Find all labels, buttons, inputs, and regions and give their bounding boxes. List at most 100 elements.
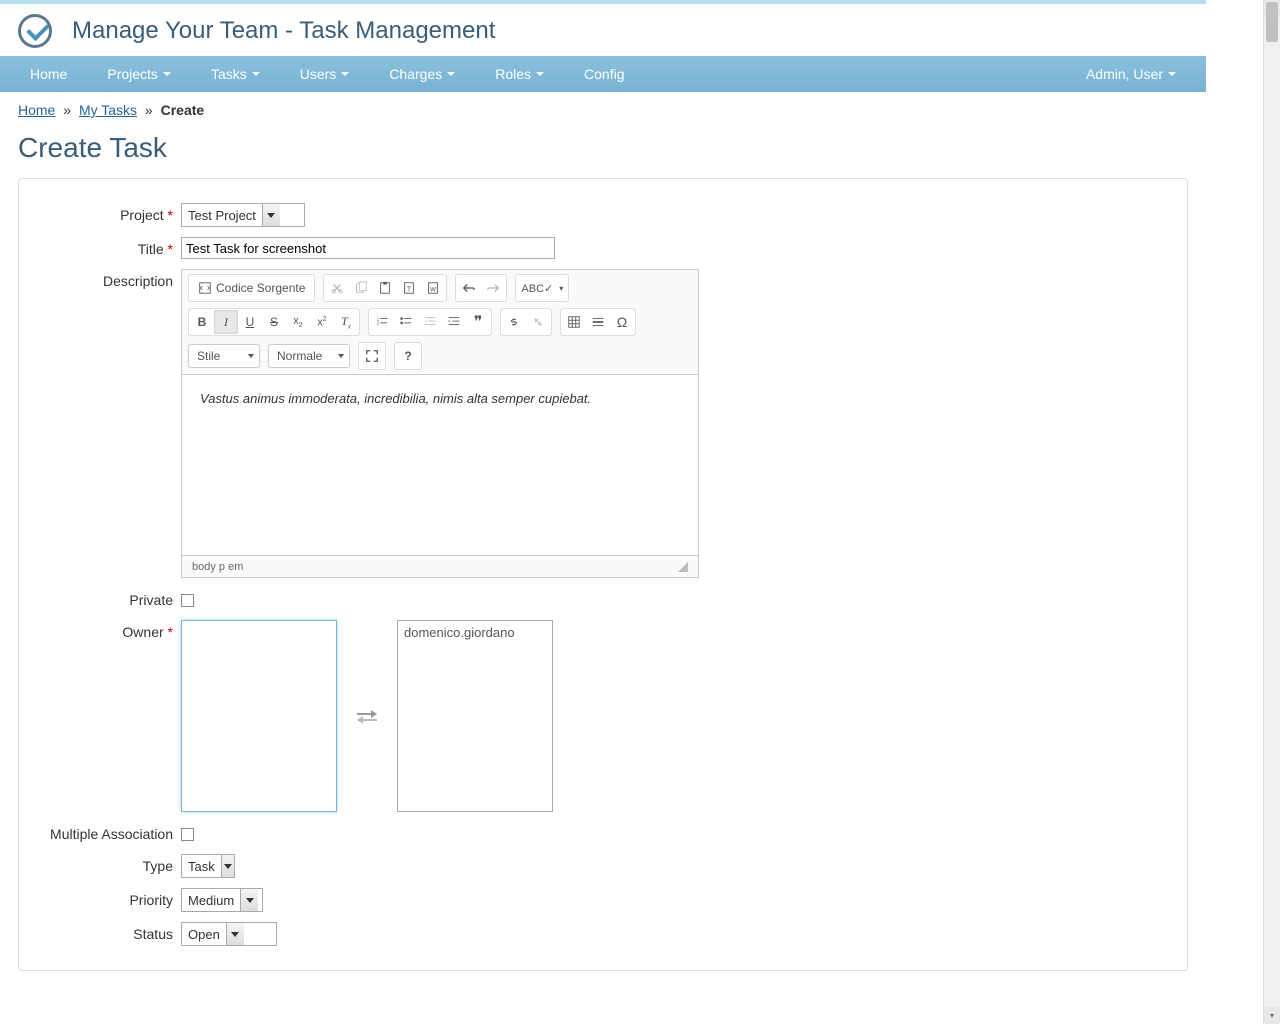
nav-home-label: Home [30, 66, 67, 82]
vertical-scrollbar[interactable]: ▴ ▾ [1263, 0, 1280, 1024]
indent-icon [447, 315, 461, 329]
superscript-icon: x2 [317, 316, 326, 329]
breadcrumb-sep: » [145, 102, 153, 118]
underline-icon: U [246, 315, 255, 329]
scroll-down-icon[interactable]: ▾ [1264, 1007, 1280, 1024]
status-select-value: Open [182, 923, 226, 945]
cut-icon [330, 281, 344, 295]
specialchar-button[interactable]: Ω [610, 310, 634, 334]
app-header: Manage Your Team - Task Management [0, 4, 1206, 56]
hr-icon [591, 315, 605, 329]
source-icon [198, 281, 212, 295]
paste-text-button[interactable]: T [397, 276, 421, 300]
scrollbar-thumb[interactable] [1266, 2, 1278, 42]
multiple-association-checkbox[interactable] [181, 828, 194, 841]
numbered-list-button[interactable]: 12 [370, 310, 394, 334]
app-title: Manage Your Team - Task Management [72, 17, 495, 45]
bold-button[interactable]: B [190, 310, 214, 334]
create-task-form: Project * Test Project Title * Descripti… [18, 178, 1188, 971]
underline-button[interactable]: U [238, 310, 262, 334]
caret-down-icon [341, 72, 349, 76]
paste-button[interactable] [373, 276, 397, 300]
swap-icon[interactable] [355, 707, 379, 725]
unlink-button[interactable] [526, 310, 550, 334]
nav-home[interactable]: Home [10, 56, 87, 92]
redo-button[interactable] [481, 276, 505, 300]
nav-roles-label: Roles [495, 66, 531, 82]
nav-user-menu[interactable]: Admin, User [1066, 56, 1196, 92]
editor-element-path[interactable]: body p em [192, 561, 243, 573]
help-icon: ? [404, 349, 411, 363]
priority-select[interactable]: Medium [181, 888, 263, 912]
status-select[interactable]: Open [181, 922, 277, 946]
ol-icon: 12 [375, 315, 389, 329]
link-button[interactable] [502, 310, 526, 334]
outdent-button[interactable] [418, 310, 442, 334]
bold-icon: B [198, 315, 207, 329]
priority-label: Priority [33, 888, 181, 908]
table-button[interactable] [562, 310, 586, 334]
paste-text-icon: T [402, 281, 416, 295]
nav-users[interactable]: Users [280, 56, 370, 92]
nav-user-label: Admin, User [1086, 66, 1163, 82]
title-label: Title * [33, 237, 181, 257]
bullet-list-button[interactable] [394, 310, 418, 334]
type-select[interactable]: Task [181, 854, 235, 878]
resize-grip-icon[interactable] [678, 562, 688, 572]
breadcrumb-sep: » [63, 102, 71, 118]
style-select[interactable]: Stile [188, 344, 260, 368]
indent-button[interactable] [442, 310, 466, 334]
spellcheck-button[interactable]: ABC✓▾ [517, 276, 567, 300]
quote-icon: ❞ [474, 312, 483, 332]
cut-button[interactable] [325, 276, 349, 300]
superscript-button[interactable]: x2 [310, 310, 334, 334]
nav-tasks-label: Tasks [211, 66, 247, 82]
subscript-button[interactable]: x2 [286, 310, 310, 334]
nav-roles[interactable]: Roles [475, 56, 564, 92]
nav-config-label: Config [584, 66, 624, 82]
caret-down-icon [163, 72, 171, 76]
dropdown-arrow-icon [240, 889, 258, 911]
maximize-button[interactable] [360, 344, 384, 368]
copy-button[interactable] [349, 276, 373, 300]
project-select[interactable]: Test Project [181, 203, 305, 227]
format-select[interactable]: Normale [268, 344, 350, 368]
italic-button[interactable]: I [214, 310, 238, 334]
svg-text:W: W [431, 287, 437, 294]
private-label: Private [33, 588, 181, 608]
project-select-value: Test Project [182, 204, 262, 226]
spellcheck-icon: ABC✓ [521, 282, 553, 295]
priority-select-value: Medium [182, 889, 240, 911]
blockquote-button[interactable]: ❞ [466, 310, 490, 334]
breadcrumb-mytasks-link[interactable]: My Tasks [79, 102, 137, 118]
type-select-value: Task [182, 855, 221, 877]
remove-format-button[interactable]: Tx [334, 310, 358, 334]
dropdown-arrow-icon [262, 204, 280, 226]
nav-tasks[interactable]: Tasks [191, 56, 280, 92]
description-label: Description [33, 269, 181, 289]
undo-button[interactable] [457, 276, 481, 300]
caret-down-icon [447, 72, 455, 76]
nav-projects[interactable]: Projects [87, 56, 191, 92]
source-button[interactable]: Codice Sorgente [190, 276, 313, 300]
hr-button[interactable] [586, 310, 610, 334]
title-input[interactable] [181, 237, 555, 259]
type-label: Type [33, 854, 181, 874]
paste-word-button[interactable]: W [421, 276, 445, 300]
nav-charges[interactable]: Charges [369, 56, 475, 92]
strike-icon: S [270, 315, 278, 329]
app-logo-icon [18, 14, 52, 48]
nav-config[interactable]: Config [564, 56, 644, 92]
breadcrumb: Home » My Tasks » Create [0, 92, 1206, 124]
owner-option[interactable]: domenico.giordano [404, 625, 546, 640]
breadcrumb-home-link[interactable]: Home [18, 102, 55, 118]
ul-icon [399, 315, 413, 329]
nav-charges-label: Charges [389, 66, 442, 82]
owner-available-listbox[interactable] [181, 620, 337, 812]
strike-button[interactable]: S [262, 310, 286, 334]
editor-content-area[interactable]: Vastus animus immoderata, incredibilia, … [182, 375, 698, 555]
owner-selected-listbox[interactable]: domenico.giordano [397, 620, 553, 812]
dropdown-arrow-icon [221, 855, 234, 877]
help-button[interactable]: ? [396, 344, 420, 368]
private-checkbox[interactable] [181, 594, 194, 607]
